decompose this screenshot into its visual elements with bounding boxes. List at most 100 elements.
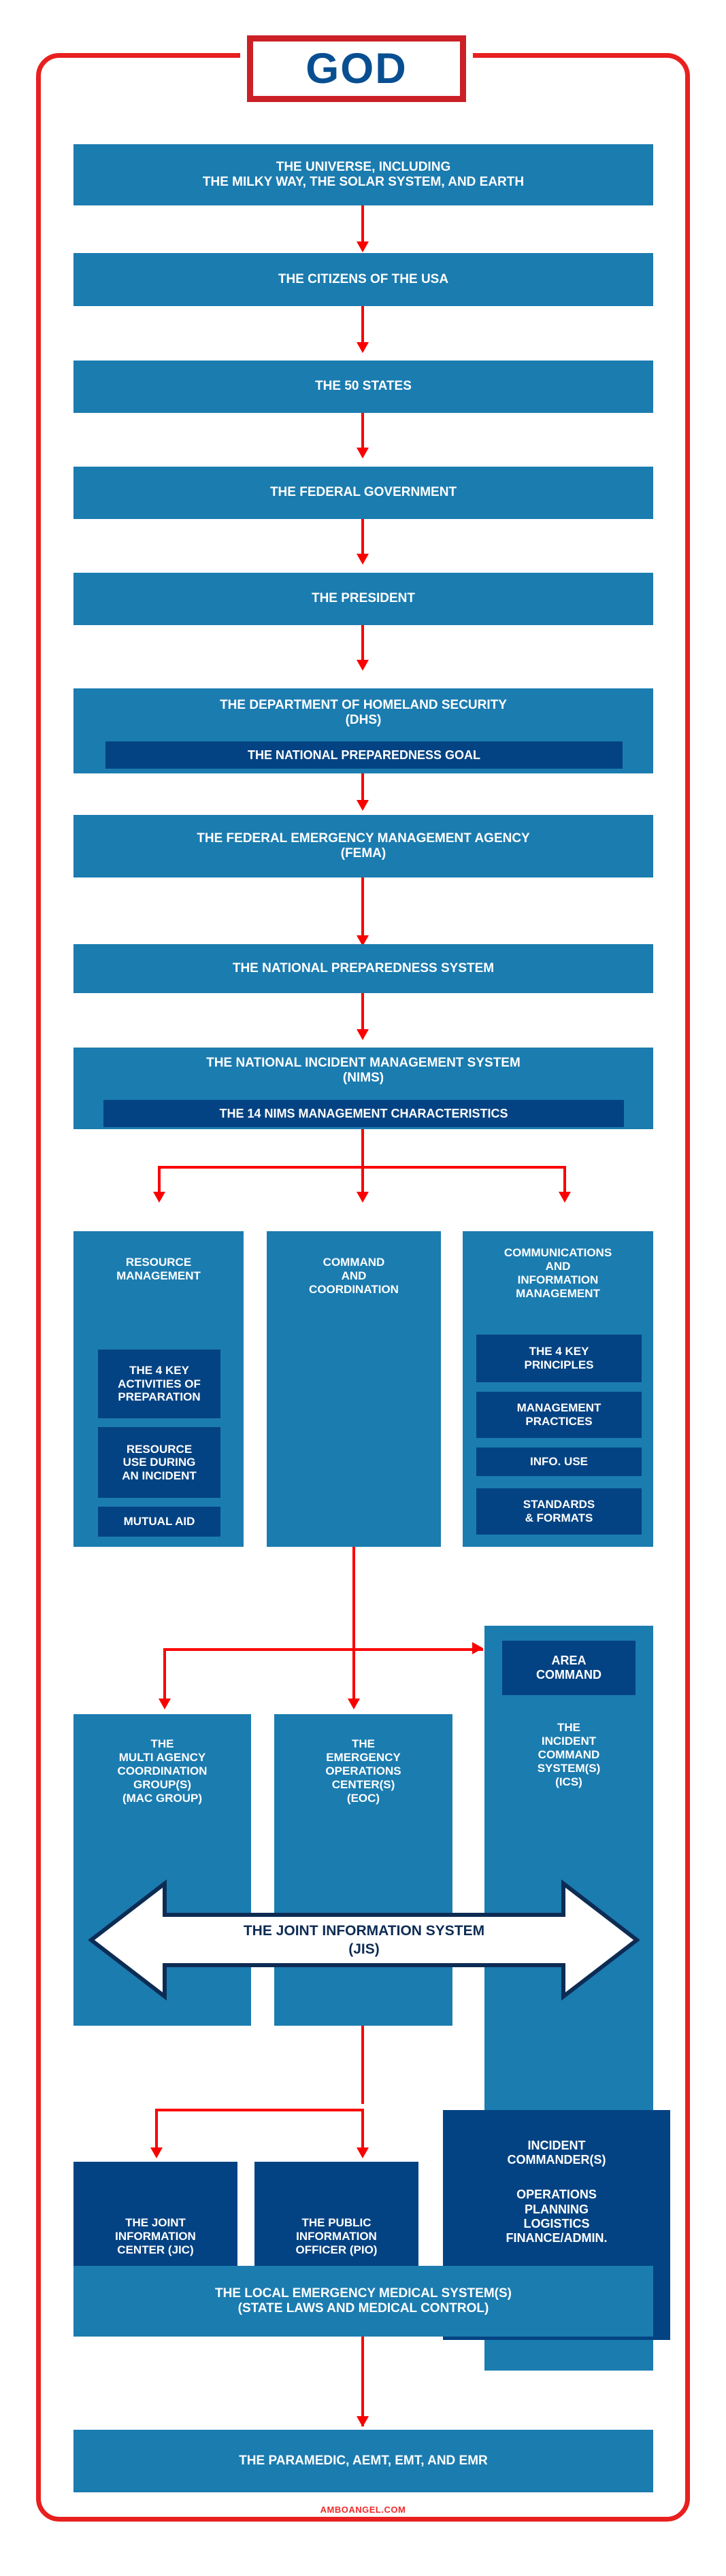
subbox-standards-and-formats[interactable]: STANDARDS & FORMATS [476, 1488, 642, 1535]
command-branch-left-head [159, 1699, 171, 1709]
node-mac-line2: MULTI AGENCY [118, 1751, 206, 1764]
node-incident-commander-heading-2: COMMANDER(S) [507, 2153, 606, 2167]
node-states-label: THE 50 STATES [315, 379, 412, 394]
nims-branch-right-head [559, 1192, 571, 1203]
node-pio-line3: OFFICER (PIO) [295, 2243, 378, 2257]
subbox-area-command-label: AREA COMMAND [536, 1654, 601, 1682]
node-universe-line2: THE MILKY WAY, THE SOLAR SYSTEM, AND EAR… [202, 175, 525, 189]
subbox-info-use[interactable]: INFO. USE [476, 1448, 642, 1476]
arrow-ems-to-providers-head [357, 2416, 369, 2427]
column-comms-title-1: COMMUNICATIONS [504, 1246, 612, 1259]
node-president-label: THE PRESIDENT [311, 591, 416, 606]
node-ics-line3: COMMAND [538, 1748, 600, 1762]
subbox-4-key-activities-of-preparation[interactable]: THE 4 KEY ACTIVITIES OF PREPARATION [98, 1350, 220, 1418]
column-resource-management-title-2: MANAGEMENT [116, 1269, 201, 1283]
column-comms-title-3: INFORMATION [517, 1273, 599, 1287]
page-title: GOD [306, 44, 408, 93]
node-providers[interactable]: THE PARAMEDIC, AEMT, EMT, AND EMR [73, 2430, 653, 2492]
nims-branch-trunk [361, 1129, 364, 1168]
arrow-states-to-fedgov-head [357, 448, 369, 458]
node-federal-government-label: THE FEDERAL GOVERNMENT [269, 485, 457, 500]
node-ems-line2: (STATE LAWS AND MEDICAL CONTROL) [237, 2301, 489, 2315]
node-eoc-line4: CENTER(S) [331, 1778, 395, 1792]
subbox-standards-formats-label: STANDARDS & FORMATS [523, 1498, 595, 1524]
node-nims-subbox-label: THE 14 NIMS MANAGEMENT CHARACTERISTICS [219, 1106, 508, 1120]
command-branch-mid-head [348, 1699, 360, 1709]
command-branch-trunk [352, 1547, 355, 1650]
column-command-title-3: COORDINATION [309, 1283, 399, 1297]
column-command-title-1: COMMAND [323, 1256, 385, 1269]
node-citizens-label: THE CITIZENS OF THE USA [278, 271, 449, 286]
node-states[interactable]: THE 50 STATES [73, 361, 653, 413]
node-mac-line1: THE [150, 1737, 174, 1750]
node-eoc-line3: OPERATIONS [325, 1764, 401, 1778]
column-comms-title-2: AND [545, 1260, 571, 1273]
node-incident-commander-heading-1: INCIDENT [527, 2139, 586, 2152]
node-joint-information-system[interactable]: THE JOINT INFORMATION SYSTEM (JIS) [88, 1874, 640, 2007]
node-ics-line4: SYSTEM(S) [537, 1762, 601, 1775]
footer-credit-label: AMBOANGEL.COM [320, 2505, 406, 2515]
subbox-4-key-activities-label: THE 4 KEY ACTIVITIES OF PREPARATION [118, 1364, 201, 1404]
node-fema-line1: THE FEDERAL EMERGENCY MANAGEMENT AGENCY [197, 831, 530, 846]
node-federal-government[interactable]: THE FEDERAL GOVERNMENT [73, 467, 653, 519]
node-incident-commander-section-finance-admin: FINANCE/ADMIN. [506, 2231, 608, 2245]
flowchart-canvas: GOD THE UNIVERSE, INCLUDING THE MILKY WA… [0, 0, 726, 2576]
node-universe[interactable]: THE UNIVERSE, INCLUDING THE MILKY WAY, T… [73, 144, 653, 205]
node-local-emergency-medical-system[interactable]: THE LOCAL EMERGENCY MEDICAL SYSTEM(S) (S… [73, 2266, 653, 2337]
eoc-branch-trunk [361, 2026, 364, 2104]
node-mac-line4: GROUP(S) [133, 1778, 191, 1792]
command-branch-right-head [472, 1642, 483, 1654]
column-resource-management-title-1: RESOURCE [125, 1256, 192, 1269]
node-nims-line1: THE NATIONAL INCIDENT MANAGEMENT SYSTEM [206, 1056, 521, 1070]
node-president[interactable]: THE PRESIDENT [73, 573, 653, 625]
arrow-president-to-dhs-head [357, 660, 369, 671]
node-eoc-line2: EMERGENCY [326, 1751, 401, 1764]
eoc-branch-left-head [150, 2147, 163, 2158]
column-command-and-coordination[interactable]: COMMAND AND COORDINATION [267, 1231, 441, 1547]
eoc-branch-bus [155, 2109, 364, 2111]
node-jic-line3: CENTER (JIC) [117, 2243, 194, 2257]
arrow-universe-to-citizens-head [357, 241, 369, 252]
node-eoc-line1: THE [352, 1737, 375, 1750]
node-national-preparedness-system[interactable]: THE NATIONAL PREPAREDNESS SYSTEM [73, 944, 653, 993]
node-ics-line2: INCIDENT [541, 1735, 597, 1748]
subbox-management-practices-label: MANAGEMENT PRACTICES [516, 1401, 601, 1428]
subbox-management-practices[interactable]: MANAGEMENT PRACTICES [476, 1392, 642, 1438]
node-jic-line1: THE JOINT [125, 2215, 186, 2229]
subbox-4-key-principles-label: THE 4 KEY PRINCIPLES [524, 1345, 594, 1371]
subbox-resource-use-during-an-incident[interactable]: RESOURCE USE DURING AN INCIDENT [98, 1427, 220, 1498]
node-pio-line1: THE PUBLIC [301, 2215, 372, 2229]
nims-branch-left-head [153, 1192, 165, 1203]
node-providers-label: THE PARAMEDIC, AEMT, EMT, AND EMR [239, 2453, 488, 2468]
node-dhs-line1: THE DEPARTMENT OF HOMELAND SECURITY [220, 698, 507, 712]
subbox-area-command[interactable]: AREA COMMAND [502, 1641, 636, 1695]
node-ics-line1: THE [557, 1721, 580, 1734]
arrow-dhs-to-fema-head [357, 800, 369, 811]
node-jic-line2: INFORMATION [115, 2229, 196, 2243]
column-comms-title-4: MANAGEMENT [516, 1287, 600, 1301]
node-universe-line1: THE UNIVERSE, INCLUDING [276, 159, 451, 174]
footer-credit: AMBOANGEL.COM [0, 2505, 726, 2515]
node-mac-line3: COORDINATION [117, 1764, 208, 1778]
node-nps-label: THE NATIONAL PREPAREDNESS SYSTEM [232, 960, 495, 975]
node-eoc-line5: (EOC) [346, 1792, 380, 1805]
arrow-ems-to-providers-line [361, 2337, 364, 2426]
command-branch-bus [163, 1648, 483, 1651]
subbox-info-use-label: INFO. USE [529, 1455, 588, 1469]
command-branch-left-drop [163, 1648, 166, 1706]
arrow-nps-to-nims-head [357, 1029, 369, 1040]
node-nims-subbox-14-characteristics[interactable]: THE 14 NIMS MANAGEMENT CHARACTERISTICS [103, 1100, 624, 1127]
node-fema[interactable]: THE FEDERAL EMERGENCY MANAGEMENT AGENCY … [73, 815, 653, 877]
node-pio-line2: INFORMATION [296, 2229, 377, 2243]
command-branch-mid-drop [352, 1648, 355, 1706]
node-fema-line2: (FEMA) [340, 846, 386, 860]
nims-branch-mid-head [357, 1192, 369, 1203]
subbox-4-key-principles[interactable]: THE 4 KEY PRINCIPLES [476, 1335, 642, 1382]
subbox-mutual-aid[interactable]: MUTUAL AID [98, 1507, 220, 1537]
node-dhs-line2: (DHS) [345, 713, 382, 728]
node-dhs-subbox-national-preparedness-goal[interactable]: THE NATIONAL PREPAREDNESS GOAL [105, 741, 623, 769]
jis-double-arrow-icon [88, 1879, 640, 2001]
node-nims-line2: (NIMS) [342, 1071, 384, 1086]
node-citizens[interactable]: THE CITIZENS OF THE USA [73, 253, 653, 306]
arrow-fedgov-to-president-head [357, 554, 369, 565]
